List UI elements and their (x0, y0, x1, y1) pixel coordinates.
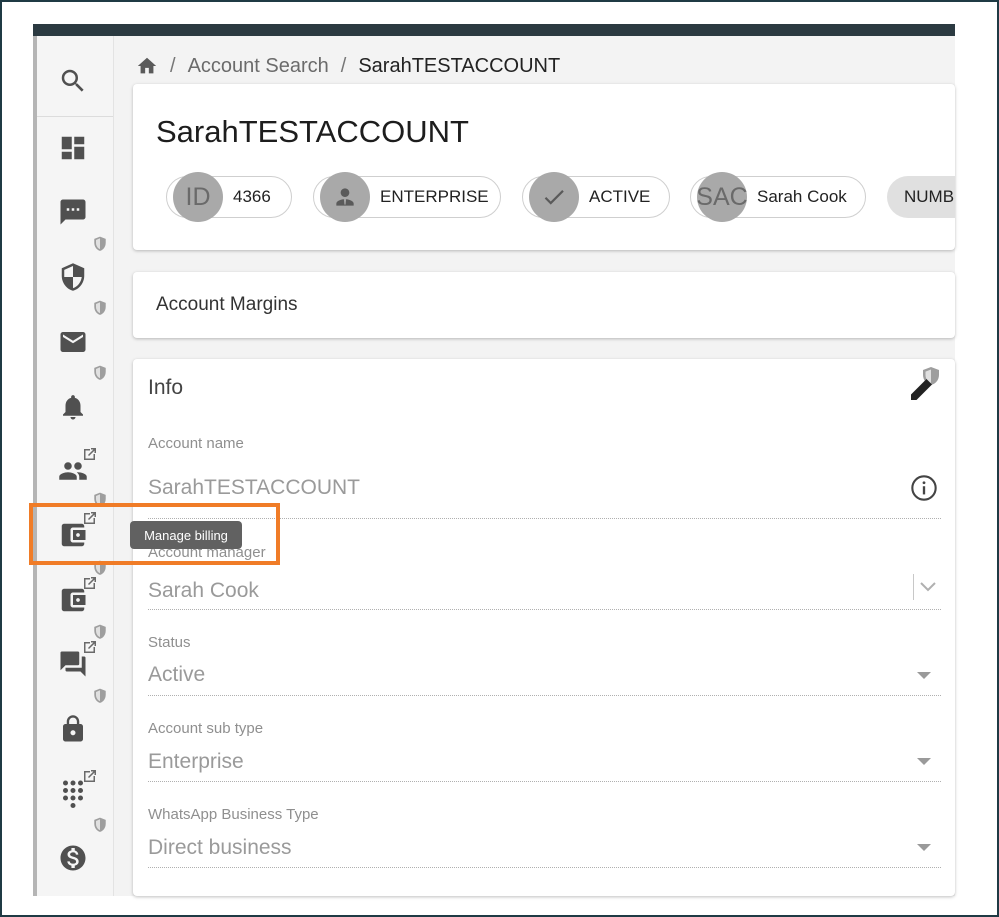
chip-label: 4366 (233, 187, 271, 206)
edit-icon[interactable] (906, 364, 942, 404)
sidebar-divider (37, 116, 113, 117)
dropdown-arrow-icon[interactable] (917, 758, 931, 765)
breadcrumb-separator: / (340, 54, 347, 77)
account-name-input[interactable]: SarahTESTACCOUNT (148, 476, 360, 500)
status-select[interactable]: Active (148, 663, 205, 687)
chip-account-type: ENTERPRISE (313, 172, 501, 222)
users-icon[interactable] (57, 455, 89, 487)
window-edge (33, 36, 37, 896)
mail-icon[interactable] (57, 326, 89, 358)
highlight-annotation (29, 503, 280, 565)
whatsapp-type-select[interactable]: Direct business (148, 836, 292, 860)
field-underline (148, 695, 941, 696)
field-underline (148, 781, 941, 782)
wallet-icon[interactable] (57, 584, 89, 616)
chip-label: ENTERPRISE (380, 187, 489, 206)
field-underline (148, 867, 941, 868)
sub-type-label: Account sub type (148, 720, 264, 737)
chevron-down-icon[interactable] (918, 578, 938, 596)
chip-account-id: ID 4366 (166, 172, 292, 222)
manager-avatar: SAC (696, 172, 748, 222)
breadcrumb: / Account Search / SarahTESTACCOUNT (136, 52, 560, 80)
shield-badge-icon (93, 236, 107, 252)
dollar-icon[interactable] (57, 842, 89, 874)
dropdown-arrow-icon[interactable] (917, 844, 931, 851)
search-icon[interactable] (57, 65, 89, 97)
top-bar (33, 24, 955, 36)
id-avatar: ID (173, 172, 223, 222)
status-label: Status (148, 634, 191, 651)
dialpad-icon[interactable] (57, 777, 89, 809)
account-margins-title[interactable]: Account Margins (156, 294, 298, 316)
chip-number: NUMB (887, 176, 955, 218)
combo-divider (913, 574, 914, 600)
shield-badge-icon (93, 365, 107, 381)
shield-badge-icon (93, 624, 107, 640)
chip-label: Sarah Cook (757, 187, 847, 206)
chip-account-manager: SAC Sarah Cook (690, 172, 866, 222)
lock-icon[interactable] (57, 713, 89, 745)
shield-badge-icon (93, 817, 107, 833)
info-icon[interactable] (910, 474, 938, 502)
field-underline (148, 609, 941, 610)
breadcrumb-current: SarahTESTACCOUNT (358, 54, 561, 77)
page-title: SarahTESTACCOUNT (156, 114, 469, 149)
chip-status: ACTIVE (522, 172, 670, 222)
breadcrumb-account-search[interactable]: Account Search (188, 55, 329, 78)
dashboard-icon[interactable] (57, 132, 89, 164)
account-header-card (133, 84, 955, 250)
bell-icon[interactable] (57, 391, 89, 423)
chat-icon[interactable] (57, 648, 89, 680)
account-name-label: Account name (148, 435, 244, 452)
message-icon[interactable] (57, 196, 89, 228)
shield-badge-icon (93, 688, 107, 704)
whatsapp-type-label: WhatsApp Business Type (148, 806, 319, 823)
person-icon (320, 172, 370, 222)
shield-icon[interactable] (57, 261, 89, 293)
check-icon (529, 172, 579, 222)
chip-label: ACTIVE (589, 187, 651, 206)
breadcrumb-separator: / (170, 54, 176, 77)
info-title: Info (148, 376, 184, 399)
sub-type-select[interactable]: Enterprise (148, 750, 244, 774)
dropdown-arrow-icon[interactable] (917, 672, 931, 679)
account-manager-input[interactable]: Sarah Cook (148, 579, 259, 603)
home-icon[interactable] (136, 55, 158, 77)
shield-badge-icon (93, 300, 107, 316)
